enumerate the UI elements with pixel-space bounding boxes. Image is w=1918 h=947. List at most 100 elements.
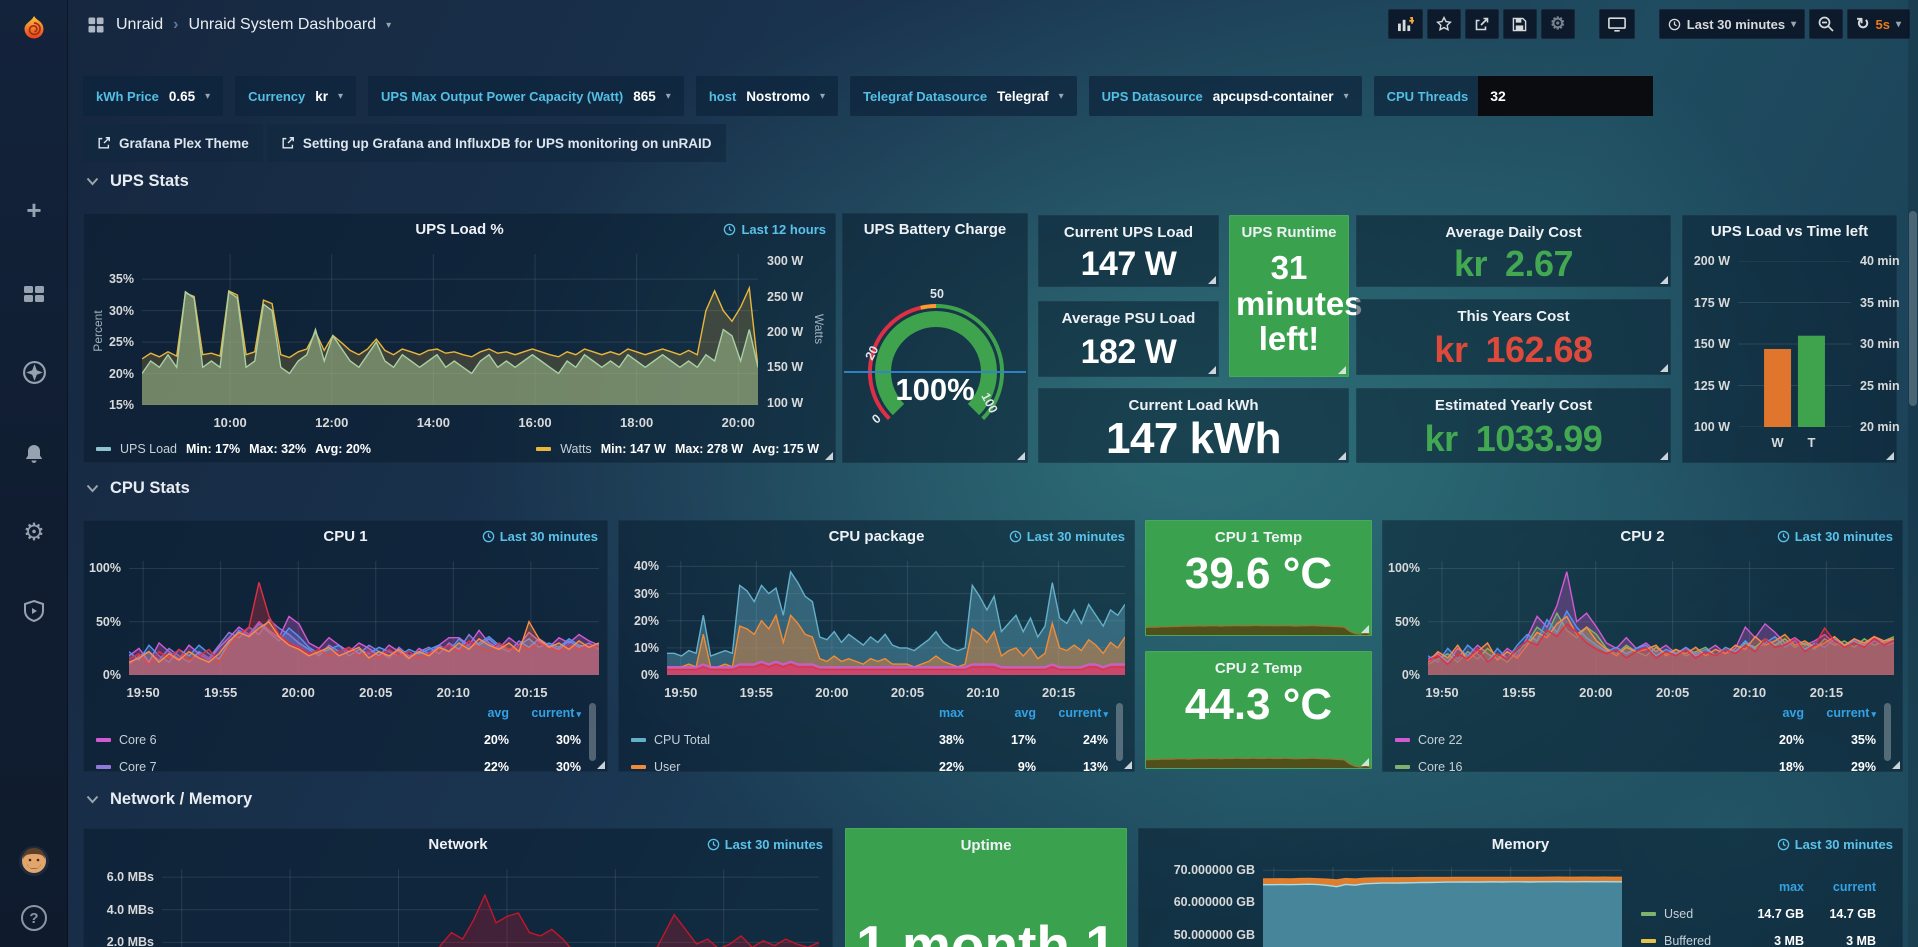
- chevron-down-icon: [86, 484, 99, 493]
- link-grafana-plex-theme[interactable]: Grafana Plex Theme: [83, 124, 263, 162]
- chevron-down-icon[interactable]: ▾: [386, 20, 391, 31]
- legend-scrollbar[interactable]: [1116, 703, 1123, 761]
- panel-time-range[interactable]: Last 30 minutes: [1777, 837, 1893, 852]
- sidebar-item-create[interactable]: +: [0, 193, 68, 227]
- cpu2-chart[interactable]: [1428, 561, 1894, 675]
- sidebar-item-server-admin[interactable]: [0, 594, 68, 628]
- panel-title[interactable]: Estimated Yearly Cost: [1357, 397, 1670, 414]
- chevron-down-icon: [86, 795, 99, 804]
- legend-series-name[interactable]: Core 6: [119, 733, 437, 747]
- panel-time-range[interactable]: Last 30 minutes: [482, 529, 598, 544]
- ups-bars-chart[interactable]: [1738, 261, 1851, 427]
- scrollbar-thumb[interactable]: [1909, 211, 1917, 406]
- legend-series-name[interactable]: UPS Load: [120, 442, 177, 456]
- legend-column-header[interactable]: avg: [1740, 706, 1804, 720]
- panel-title[interactable]: Current Load kWh: [1039, 397, 1348, 414]
- panel-title[interactable]: UPS Battery Charge: [843, 221, 1027, 238]
- page-scrollbar[interactable]: [1908, 0, 1918, 947]
- variable-telegraf-datasource[interactable]: Telegraf Datasource Telegraf ▾: [850, 76, 1077, 116]
- panel-title[interactable]: CPU 1 Temp: [1146, 529, 1371, 546]
- legend-column-header[interactable]: current▾: [1044, 706, 1108, 720]
- panel-time-range[interactable]: Last 30 minutes: [707, 837, 823, 852]
- refresh-button[interactable]: ↻ 5s ▾: [1847, 9, 1910, 39]
- legend-column-header[interactable]: max: [1740, 880, 1804, 894]
- network-chart[interactable]: [162, 869, 819, 947]
- legend-series-name[interactable]: Core 7: [119, 760, 437, 774]
- legend-column-header[interactable]: current: [1812, 880, 1876, 894]
- legend-value: 30%: [517, 733, 581, 747]
- dashboard-title[interactable]: Unraid System Dashboard: [188, 16, 376, 34]
- sidebar-item-alerting[interactable]: [0, 437, 68, 471]
- cpu_package-svg: [667, 561, 1125, 675]
- legend-scrollbar[interactable]: [1884, 703, 1891, 761]
- variable-currency[interactable]: Currency kr ▾: [235, 76, 356, 116]
- legend-series-name[interactable]: CPU Total: [654, 733, 892, 747]
- variable-host[interactable]: host Nostromo ▾: [696, 76, 838, 116]
- currency-prefix: kr: [1425, 418, 1458, 460]
- cpu-package-chart[interactable]: [667, 561, 1125, 675]
- user-avatar[interactable]: [0, 843, 68, 879]
- panel-title[interactable]: Current UPS Load: [1039, 224, 1218, 241]
- panel-title[interactable]: Uptime: [846, 837, 1126, 854]
- legend-value: 18%: [1740, 760, 1804, 774]
- legend-column-header[interactable]: max: [900, 706, 964, 720]
- legend-item[interactable]: UPS LoadMin: 17%Max: 32%Avg: 20%: [96, 442, 371, 456]
- section-cpu-stats[interactable]: CPU Stats: [86, 479, 190, 498]
- star-button[interactable]: [1427, 9, 1461, 39]
- legend-column-header[interactable]: avg: [972, 706, 1036, 720]
- sidebar-item-configuration[interactable]: ⚙: [0, 515, 68, 549]
- legend-value: 20%: [1740, 733, 1804, 747]
- panel-title[interactable]: CPU 2 Temp: [1146, 660, 1371, 677]
- panel-time-range[interactable]: Last 30 minutes: [1009, 529, 1125, 544]
- memory-chart[interactable]: [1263, 867, 1622, 947]
- dashboard-links: Grafana Plex Theme Setting up Grafana an…: [83, 124, 726, 162]
- panel-title[interactable]: Average Daily Cost: [1357, 224, 1670, 241]
- refresh-interval[interactable]: 5s: [1876, 17, 1890, 32]
- legend-column-header[interactable]: current▾: [517, 706, 581, 720]
- legend-column-header[interactable]: avg: [445, 706, 509, 720]
- time-range-picker[interactable]: Last 30 minutes ▾: [1659, 9, 1805, 39]
- legend-item[interactable]: WattsMin: 147 WMax: 278 WAvg: 175 W: [536, 442, 819, 456]
- legend-series-name[interactable]: Core 16: [1418, 760, 1732, 774]
- breadcrumb-separator: ›: [173, 16, 178, 34]
- grafana-logo[interactable]: [0, 10, 68, 50]
- share-button[interactable]: [1465, 9, 1499, 39]
- link-ups-monitoring-guide[interactable]: Setting up Grafana and InfluxDB for UPS …: [267, 124, 726, 162]
- settings-button[interactable]: ⚙: [1541, 9, 1575, 39]
- axis-tick: 20:05: [359, 685, 392, 700]
- legend-series-name[interactable]: Watts: [560, 442, 591, 456]
- legend-column-header[interactable]: current▾: [1812, 706, 1876, 720]
- panel-title[interactable]: UPS Load %: [84, 221, 835, 238]
- legend-stat: Min: 147 W: [601, 442, 666, 456]
- legend-scrollbar[interactable]: [589, 703, 596, 761]
- variable-ups-max-output[interactable]: UPS Max Output Power Capacity (Watt) 865…: [368, 76, 684, 116]
- panel-network: Network Last 30 minutes 2.0 MBs4.0 MBs6.…: [83, 828, 833, 947]
- zoom-out-button[interactable]: [1809, 9, 1843, 39]
- time-range-label: Last 30 minutes: [500, 529, 598, 544]
- cycle-view-button[interactable]: [1599, 9, 1635, 39]
- panel-title[interactable]: Average PSU Load: [1039, 310, 1218, 327]
- axis-tick: 19:50: [664, 685, 697, 700]
- section-ups-stats[interactable]: UPS Stats: [86, 172, 189, 191]
- legend-series-name[interactable]: Used: [1664, 907, 1732, 921]
- legend-series-name[interactable]: User: [654, 760, 892, 774]
- help-button[interactable]: ?: [0, 903, 68, 933]
- save-button[interactable]: [1503, 9, 1537, 39]
- cpu-threads-input[interactable]: 32: [1478, 76, 1653, 116]
- ups-load-chart[interactable]: [142, 254, 758, 405]
- panel-title[interactable]: This Years Cost: [1357, 308, 1670, 325]
- panel-time-range[interactable]: Last 30 minutes: [1777, 529, 1893, 544]
- variable-ups-datasource[interactable]: UPS Datasource apcupsd-container ▾: [1089, 76, 1362, 116]
- breadcrumb-app[interactable]: Unraid: [116, 16, 163, 34]
- variable-kwh-price[interactable]: kWh Price 0.65 ▾: [83, 76, 223, 116]
- panel-time-range[interactable]: Last 12 hours: [723, 222, 826, 237]
- legend-series-name[interactable]: Buffered: [1664, 934, 1732, 947]
- legend-series-name[interactable]: Core 22: [1418, 733, 1732, 747]
- panel-title[interactable]: UPS Load vs Time left: [1683, 223, 1896, 240]
- cpu1-chart[interactable]: [129, 561, 599, 675]
- section-network-memory[interactable]: Network / Memory: [86, 790, 252, 809]
- add-panel-button[interactable]: [1388, 9, 1423, 39]
- sidebar-item-explore[interactable]: [0, 355, 68, 389]
- sidebar-item-dashboards[interactable]: [0, 277, 68, 311]
- panel-title[interactable]: UPS Runtime: [1230, 224, 1348, 241]
